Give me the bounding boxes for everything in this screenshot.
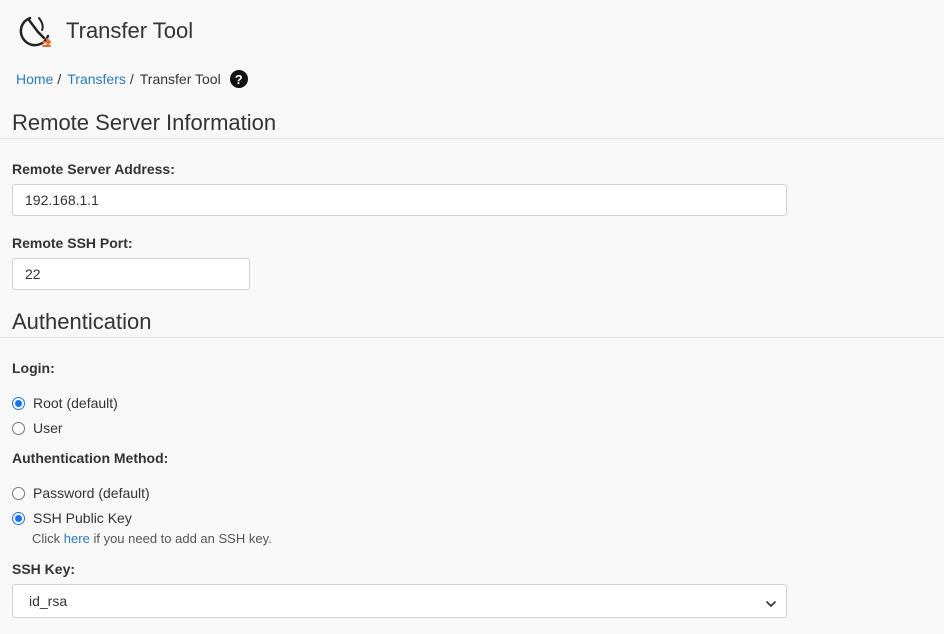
login-option-label: User [33, 420, 63, 436]
authentication-method-label: Authentication Method: [12, 450, 169, 466]
hint-suffix: if you need to add an SSH key. [93, 531, 272, 546]
section-divider [0, 138, 944, 139]
auth-method-ssh-public-key[interactable]: SSH Public Key [12, 508, 132, 528]
radio-button[interactable] [12, 421, 25, 435]
auth-method-label: Password (default) [33, 485, 150, 501]
authentication-heading: Authentication [12, 309, 152, 334]
remote-ssh-port-label: Remote SSH Port: [12, 235, 133, 251]
remote-server-address-label: Remote Server Address: [12, 161, 175, 177]
breadcrumb: Home / Transfers / Transfer Tool ? [16, 68, 248, 90]
radio-button-checked[interactable] [12, 511, 25, 525]
radio-button-checked[interactable] [12, 396, 25, 410]
login-option-root[interactable]: Root (default) [12, 393, 118, 413]
breadcrumb-separator: / [57, 71, 62, 87]
page-title: Transfer Tool [66, 18, 194, 43]
login-option-user[interactable]: User [12, 418, 63, 438]
transfer-tool-page: Transfer Tool Home / Transfers / Transfe… [0, 0, 944, 634]
ssh-key-hint: Click here if you need to add an SSH key… [32, 531, 272, 546]
hint-prefix: Click [32, 531, 61, 546]
login-label: Login: [12, 360, 55, 376]
breadcrumb-transfers-link[interactable]: Transfers [67, 71, 126, 87]
transfer-tool-icon [14, 10, 56, 52]
page-header: Transfer Tool [14, 10, 193, 52]
ssh-key-selected-value: id_rsa [29, 593, 68, 609]
remote-server-heading: Remote Server Information [12, 110, 277, 135]
ssh-key-label: SSH Key: [12, 561, 76, 577]
breadcrumb-current: Transfer Tool [139, 71, 221, 87]
remote-ssh-port-input[interactable] [12, 258, 250, 290]
auth-method-label: SSH Public Key [33, 510, 132, 526]
ssh-key-select[interactable]: id_rsa [12, 584, 787, 618]
section-divider [0, 337, 944, 338]
help-icon[interactable]: ? [229, 70, 248, 88]
breadcrumb-separator: / [129, 71, 134, 87]
breadcrumb-home-link[interactable]: Home [16, 71, 53, 87]
chevron-down-icon [766, 596, 776, 607]
auth-method-password[interactable]: Password (default) [12, 483, 150, 503]
login-option-label: Root (default) [33, 395, 118, 411]
add-ssh-key-link[interactable]: here [64, 531, 90, 546]
radio-button[interactable] [12, 486, 25, 500]
remote-server-address-input[interactable] [12, 184, 787, 216]
